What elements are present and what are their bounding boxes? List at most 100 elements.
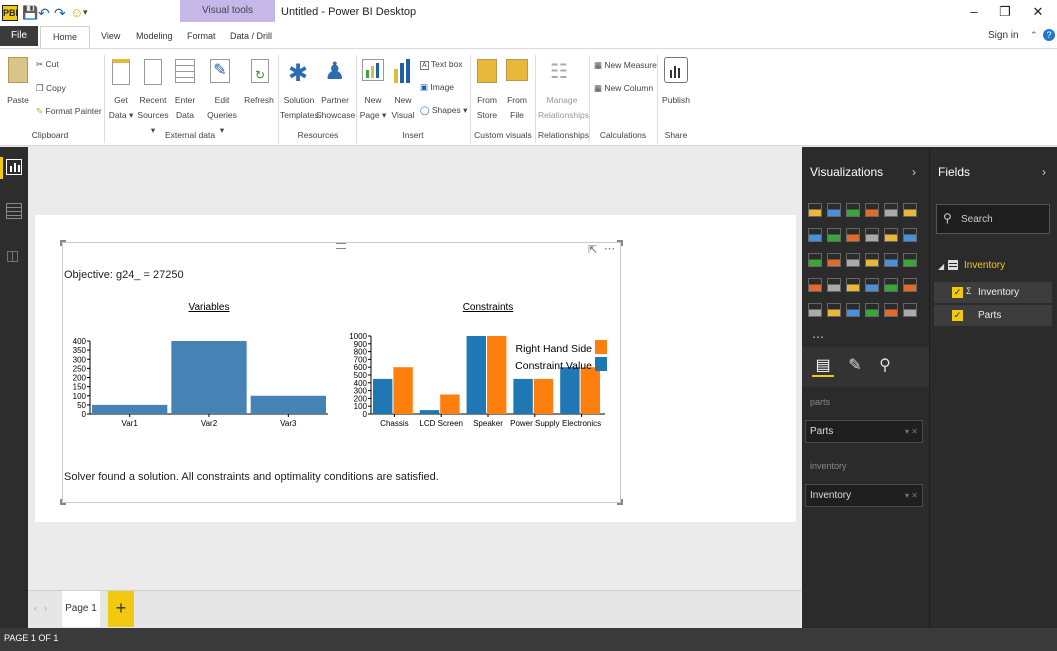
visual-type-icon[interactable] (903, 303, 917, 317)
tab-file[interactable]: File (0, 26, 38, 46)
fields-tab-icon[interactable]: ▤ (812, 355, 834, 377)
tab-format[interactable]: Format (187, 31, 216, 41)
field-row-parts[interactable]: ✓ Parts (934, 305, 1052, 326)
tab-data-drill[interactable]: Data / Drill (230, 31, 272, 41)
enter-data-button[interactable]: Enter Data (170, 93, 200, 123)
shapes-button[interactable]: ◯ Shapes ▾ (420, 103, 467, 118)
more-options-icon[interactable]: ⋯ (604, 242, 615, 255)
visual-type-icon[interactable] (846, 203, 860, 217)
from-store-button[interactable]: From Store (474, 93, 500, 123)
visual-type-icon[interactable] (903, 253, 917, 267)
visual-type-icon[interactable] (808, 303, 822, 317)
visual-type-icon[interactable] (865, 278, 879, 292)
visual-type-icon[interactable] (827, 228, 841, 242)
more-visuals-icon[interactable]: ⋯ (812, 330, 824, 344)
save-icon[interactable]: 💾 (22, 5, 38, 21)
page-tab-page-1[interactable]: Page 1 (62, 591, 100, 627)
expand-table-icon[interactable]: ◢ (938, 262, 944, 271)
new-page-button[interactable]: New Page ▾ (358, 93, 388, 123)
inventory-field-well[interactable]: Inventory ▾ ✕ (805, 484, 923, 507)
visual-type-icon[interactable] (827, 278, 841, 292)
visual-type-icon[interactable] (808, 203, 822, 217)
visual-type-icon[interactable] (846, 228, 860, 242)
report-view-icon[interactable] (6, 159, 22, 175)
fields-search-box[interactable]: ⚲ Search (936, 204, 1050, 234)
analytics-magnifier-icon[interactable]: ⚲ (874, 355, 896, 377)
checkbox-checked-icon[interactable]: ✓ (952, 287, 963, 298)
minimize-icon[interactable]: – (964, 4, 984, 19)
checkbox-checked-icon[interactable]: ✓ (952, 310, 963, 321)
page-nav-left-icon[interactable]: ‹ (34, 603, 37, 613)
get-data-button[interactable]: Get Data ▾ (106, 93, 136, 123)
visual-type-icon[interactable] (808, 278, 822, 292)
parts-field-well[interactable]: Parts ▾ ✕ (805, 420, 923, 443)
collapse-ribbon-icon[interactable]: ⌃ (1030, 30, 1038, 41)
visual-type-icon[interactable] (903, 278, 917, 292)
visual-type-icon[interactable] (865, 253, 879, 267)
paste-button[interactable]: Paste (4, 93, 32, 108)
cut-button[interactable]: ✂ Cut (36, 57, 59, 72)
visual-type-icon[interactable] (903, 203, 917, 217)
collapse-fields-icon[interactable]: › (1042, 165, 1046, 179)
help-icon[interactable]: ? (1043, 29, 1055, 41)
smiley-feedback-icon[interactable]: ☺ (70, 5, 83, 20)
well-remove-icon[interactable]: ▾ ✕ (905, 485, 918, 506)
format-paint-roller-icon[interactable]: ✎ (844, 355, 866, 377)
field-row-inventory[interactable]: ✓ Σ Inventory (934, 282, 1052, 303)
refresh-button[interactable]: Refresh (244, 93, 274, 108)
visual-type-icon[interactable] (808, 253, 822, 267)
quick-access-dropdown-icon[interactable]: ▾ (83, 7, 88, 18)
visual-type-icon[interactable] (846, 278, 860, 292)
copy-button[interactable]: ❐ Copy (36, 81, 66, 96)
visual-type-icon[interactable] (808, 228, 822, 242)
redo-icon[interactable]: ↷ (54, 5, 66, 22)
focus-mode-icon[interactable]: ⇱ (588, 243, 597, 256)
new-measure-button[interactable]: ▦ New Measure (594, 58, 657, 73)
page-nav-right-icon[interactable]: › (44, 603, 47, 613)
resize-handle[interactable] (60, 499, 66, 505)
tab-home[interactable]: Home (40, 26, 90, 48)
visual-type-icon[interactable] (884, 228, 898, 242)
manage-relationships-button[interactable]: Manage Relationships (538, 93, 589, 123)
visual-type-icon[interactable] (827, 203, 841, 217)
image-button[interactable]: ▣ Image (420, 80, 454, 95)
model-view-icon[interactable]: ◫ (6, 247, 19, 264)
new-visual-button[interactable]: New Visual (388, 93, 418, 123)
visual-type-icon[interactable] (884, 278, 898, 292)
visual-type-icon[interactable] (865, 228, 879, 242)
visual-type-icon[interactable] (884, 303, 898, 317)
y-tick-label: 800 (354, 348, 368, 357)
close-icon[interactable]: ✕ (1028, 4, 1048, 20)
visual-type-icon[interactable] (827, 253, 841, 267)
resize-handle[interactable] (617, 499, 623, 505)
tab-view[interactable]: View (101, 31, 120, 41)
table-inventory[interactable]: Inventory (964, 260, 1005, 271)
visual-type-icon[interactable] (884, 203, 898, 217)
partner-showcase-button[interactable]: Partner Showcase (316, 93, 355, 123)
visual-type-icon[interactable] (865, 203, 879, 217)
bar-right-hand-side (533, 378, 554, 414)
visual-drag-handle[interactable] (336, 243, 346, 249)
visual-type-icon[interactable] (884, 253, 898, 267)
visual-type-icon[interactable] (846, 253, 860, 267)
format-painter-button[interactable]: ✎ Format Painter (36, 104, 102, 119)
sign-in-link[interactable]: Sign in (988, 30, 1019, 41)
resize-handle[interactable] (60, 240, 66, 246)
collapse-visualizations-icon[interactable]: › (912, 165, 916, 179)
solution-templates-button[interactable]: Solution Templates (280, 93, 319, 123)
tab-modeling[interactable]: Modeling (136, 31, 173, 41)
data-view-icon[interactable] (6, 203, 22, 219)
visual-type-icon[interactable] (903, 228, 917, 242)
visual-type-icon[interactable] (865, 303, 879, 317)
visual-type-icon[interactable] (846, 303, 860, 317)
resize-handle[interactable] (617, 240, 623, 246)
undo-icon[interactable]: ↶ (38, 5, 50, 22)
well-remove-icon[interactable]: ▾ ✕ (905, 421, 918, 442)
new-column-button[interactable]: ▦ New Column (594, 81, 653, 96)
from-file-button[interactable]: From File (504, 93, 530, 123)
visual-type-icon[interactable] (827, 303, 841, 317)
restore-icon[interactable]: ❐ (995, 4, 1015, 20)
publish-button[interactable]: Publish (660, 93, 692, 108)
text-box-button[interactable]: A Text box (420, 57, 463, 73)
add-page-button[interactable]: + (108, 591, 134, 627)
